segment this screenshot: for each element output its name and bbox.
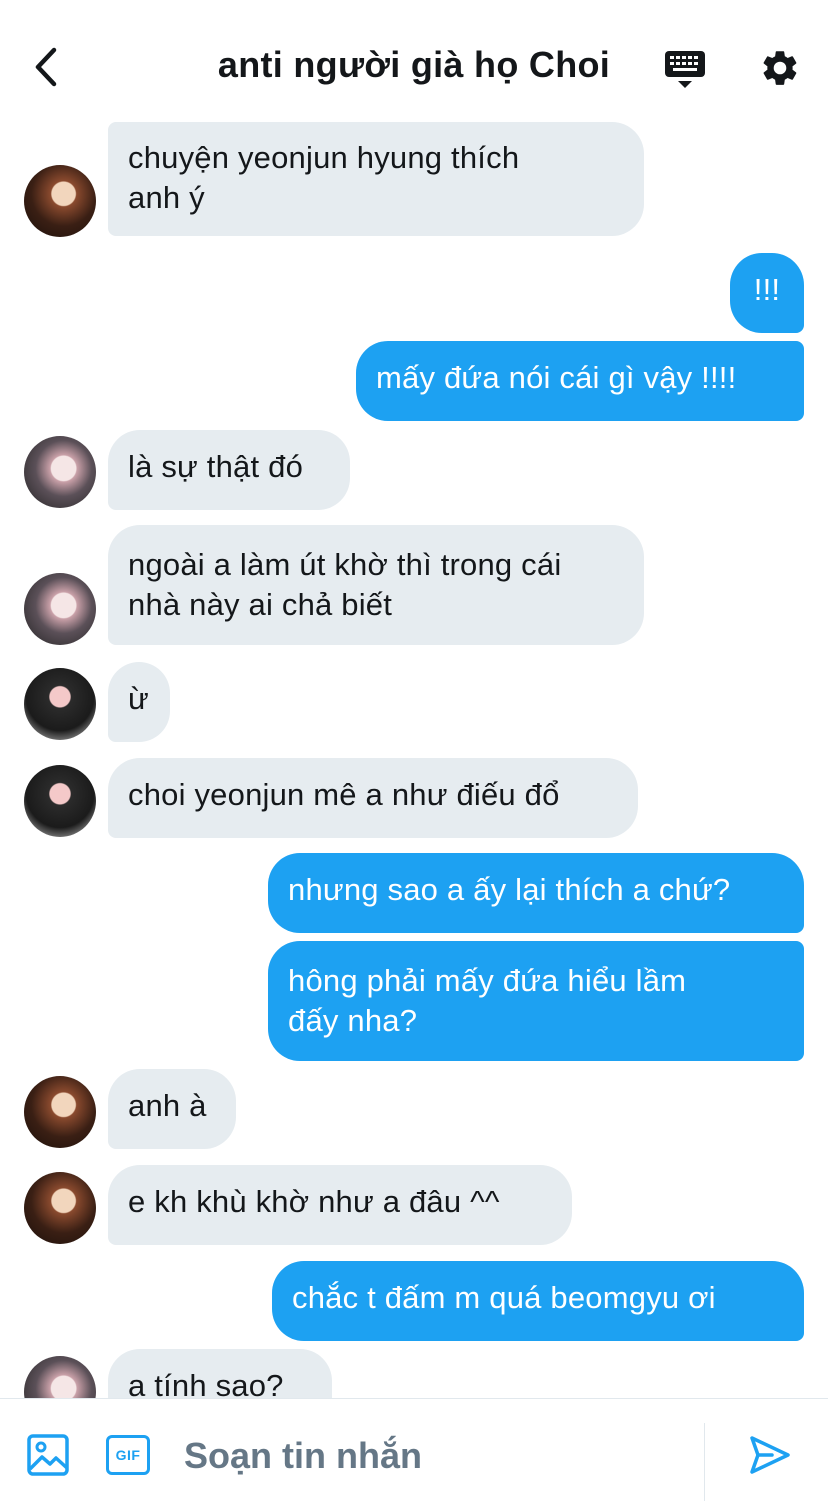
message-bubble-outgoing[interactable]: !!!	[730, 253, 804, 333]
image-icon	[27, 1434, 69, 1476]
avatar[interactable]	[24, 573, 96, 645]
message-bubble-outgoing[interactable]: hông phải mấy đứa hiểu lầm đấy nha?	[268, 941, 804, 1061]
avatar[interactable]	[24, 1076, 96, 1148]
message-bubble-outgoing[interactable]: nhưng sao a ấy lại thích a chứ?	[268, 853, 804, 933]
message-composer: GIF	[0, 1398, 828, 1501]
message-bubble-incoming[interactable]: anh à	[108, 1069, 236, 1149]
message-bubble-outgoing[interactable]: chắc t đấm m quá beomgyu ơi	[272, 1261, 804, 1341]
send-icon	[750, 1436, 790, 1474]
message-input[interactable]	[184, 1433, 684, 1479]
avatar[interactable]	[24, 1356, 96, 1398]
message-bubble-incoming[interactable]: e kh khù khờ như a đâu ^^	[108, 1165, 572, 1245]
message-bubble-incoming[interactable]: ừ	[108, 662, 170, 742]
conversation-header: anti người già họ Choi	[0, 0, 828, 122]
add-image-button[interactable]	[26, 1433, 70, 1477]
avatar[interactable]	[24, 668, 96, 740]
send-button[interactable]	[748, 1433, 794, 1479]
message-bubble-outgoing[interactable]: mấy đứa nói cái gì vậy !!!!	[356, 341, 804, 421]
message-bubble-incoming[interactable]: ngoài a làm út khờ thì trong cái nhà này…	[108, 525, 644, 645]
keyboard-button[interactable]	[660, 44, 710, 94]
message-bubble-incoming[interactable]: choi yeonjun mê a như điếu đổ	[108, 758, 638, 838]
avatar[interactable]	[24, 165, 96, 237]
message-list[interactable]: chuyện yeonjun hyung thích anh ý !!! mấy…	[0, 122, 828, 1398]
message-bubble-incoming[interactable]: chuyện yeonjun hyung thích anh ý	[108, 122, 644, 236]
avatar[interactable]	[24, 1172, 96, 1244]
message-bubble-incoming[interactable]: là sự thật đó	[108, 430, 350, 510]
settings-button[interactable]	[756, 44, 804, 92]
keyboard-icon	[665, 51, 705, 88]
avatar[interactable]	[24, 436, 96, 508]
gear-icon	[763, 51, 797, 85]
gif-button[interactable]: GIF	[106, 1435, 150, 1475]
message-bubble-incoming[interactable]: a tính sao?	[108, 1349, 332, 1398]
composer-divider	[704, 1423, 705, 1501]
avatar[interactable]	[24, 765, 96, 837]
